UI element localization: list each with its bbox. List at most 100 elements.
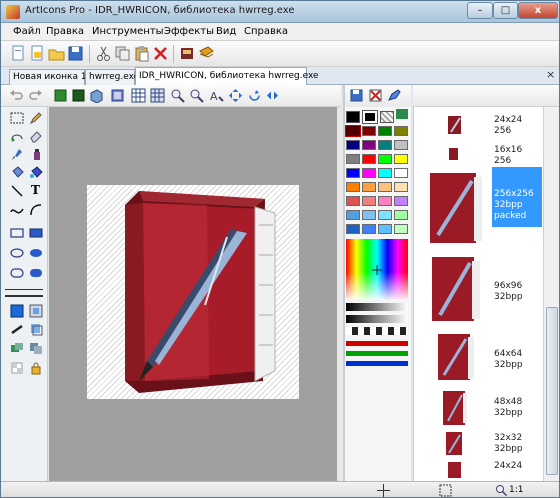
eraser-icon[interactable] (29, 129, 43, 143)
icon-entry[interactable]: 32x32 32bpp (414, 429, 543, 461)
icon-entry-selected[interactable]: 256x256 32bpp packed (414, 167, 543, 249)
filled-ellipse-icon[interactable] (29, 246, 43, 260)
palette-save-icon[interactable] (349, 88, 364, 103)
palette-swatch[interactable] (346, 224, 360, 234)
rotate-icon[interactable] (247, 88, 262, 103)
background-color[interactable] (362, 110, 378, 124)
text-tool-icon[interactable]: T (31, 183, 45, 197)
tab-new-icon[interactable]: Новая иконка 1 (9, 69, 87, 85)
flip-icon[interactable] (265, 88, 280, 103)
rounded-rect-icon[interactable] (10, 266, 24, 280)
lock-icon[interactable] (29, 361, 43, 375)
editing-canvas[interactable] (49, 107, 337, 481)
line-width-thin[interactable] (5, 289, 43, 290)
palette-swatch[interactable] (346, 154, 360, 164)
palette-swatch[interactable] (362, 210, 376, 220)
palette-swatch[interactable] (394, 196, 408, 206)
scrollbar-thumb[interactable] (546, 307, 558, 475)
rect-select-icon[interactable] (10, 111, 24, 125)
shape-line-icon[interactable] (10, 322, 24, 336)
menu-help[interactable]: Справка (244, 26, 288, 37)
icon-list-scrollbar[interactable] (543, 107, 559, 481)
save-icon[interactable] (67, 45, 84, 62)
palette-swatch[interactable] (362, 168, 376, 178)
brush-icon[interactable] (10, 147, 24, 161)
layer-green-icon[interactable] (53, 88, 68, 103)
undo-icon[interactable] (9, 88, 24, 103)
palette-swatch[interactable] (378, 168, 392, 178)
new-icon-icon[interactable] (29, 45, 46, 62)
alpha-slider[interactable] (346, 327, 408, 335)
layer-dark-icon[interactable] (71, 88, 86, 103)
tab-close-icon[interactable]: × (546, 68, 558, 81)
copy-icon[interactable] (114, 45, 131, 62)
close-button[interactable]: x (518, 2, 558, 19)
grid-icon[interactable] (131, 88, 146, 103)
overlay-icon[interactable] (29, 341, 43, 355)
palette-swatch[interactable] (362, 154, 376, 164)
redo-icon[interactable] (28, 88, 43, 103)
color-fill-icon[interactable] (29, 165, 43, 179)
palette-swatch[interactable] (362, 126, 376, 136)
palette-swatch[interactable] (378, 196, 392, 206)
palette-swatch[interactable] (378, 140, 392, 150)
arc-icon[interactable] (29, 203, 43, 217)
text-zoom-icon[interactable]: A (209, 88, 224, 103)
curve-icon[interactable] (10, 203, 24, 217)
blue-channel-slider[interactable] (346, 361, 408, 366)
menu-tools[interactable]: Инструменты (92, 26, 164, 37)
menu-file[interactable]: Файл (13, 26, 41, 37)
maximize-button[interactable]: □ (493, 2, 518, 19)
gray-slider[interactable] (346, 315, 408, 323)
foreground-color[interactable] (346, 111, 360, 123)
icon-entry[interactable]: 96x96 32bpp (414, 251, 543, 329)
ellipse-icon[interactable] (10, 246, 24, 260)
lasso-icon[interactable] (10, 129, 24, 143)
spray-icon[interactable] (29, 147, 43, 161)
palette-swatch[interactable] (362, 140, 376, 150)
palette-swatch[interactable] (394, 126, 408, 136)
palette-swatch[interactable] (394, 140, 408, 150)
icon-entry[interactable]: 16x16 256 (414, 143, 543, 169)
menu-edit[interactable]: Правка (46, 26, 84, 37)
palette-swatch[interactable] (345, 125, 361, 137)
new-file-icon[interactable] (10, 45, 27, 62)
zoom-in-icon[interactable] (170, 88, 185, 103)
palette-swatch[interactable] (378, 126, 392, 136)
filled-rounded-rect-icon[interactable] (29, 266, 43, 280)
shadow-icon[interactable] (29, 322, 43, 336)
green-channel-slider[interactable] (346, 351, 408, 356)
gradient-square-icon[interactable] (29, 304, 43, 318)
palette-swatch[interactable] (394, 154, 408, 164)
zoom-out-icon[interactable] (189, 88, 204, 103)
tab-hwrreg[interactable]: hwrreg.exe (85, 69, 139, 85)
palette-clear-icon[interactable] (368, 88, 383, 103)
palette-swatch[interactable] (378, 210, 392, 220)
resource-icon[interactable] (179, 45, 196, 62)
cube-icon[interactable] (89, 88, 104, 103)
blue-square-icon[interactable] (10, 304, 24, 318)
palette-swatch[interactable] (394, 168, 408, 178)
line-icon[interactable] (10, 184, 24, 198)
move-icon[interactable] (228, 88, 243, 103)
grid-fill-icon[interactable] (150, 88, 165, 103)
palette-swatch[interactable] (378, 224, 392, 234)
lock-transparent-icon[interactable] (10, 361, 24, 375)
palette-swatch[interactable] (362, 196, 376, 206)
transparent-color[interactable] (380, 111, 394, 123)
palette-swatch[interactable] (346, 196, 360, 206)
palette-swatch[interactable] (378, 154, 392, 164)
menu-effects[interactable]: Эффекты (164, 26, 214, 37)
palette-swatch[interactable] (346, 182, 360, 192)
line-width-medium[interactable] (5, 295, 43, 297)
icon-entry[interactable]: 24x24 256 (414, 113, 543, 143)
color-spectrum[interactable] (346, 239, 408, 299)
filled-rectangle-icon[interactable] (29, 226, 43, 240)
red-channel-slider[interactable] (346, 341, 408, 346)
tab-idr-hwricon[interactable]: IDR_HWRICON, библиотека hwrreg.exe (135, 67, 319, 85)
frame-icon[interactable] (110, 88, 125, 103)
palette-swatch[interactable] (378, 182, 392, 192)
delete-icon[interactable] (152, 45, 169, 62)
palette-edit-icon[interactable] (387, 88, 402, 103)
palette-swatch[interactable] (346, 140, 360, 150)
